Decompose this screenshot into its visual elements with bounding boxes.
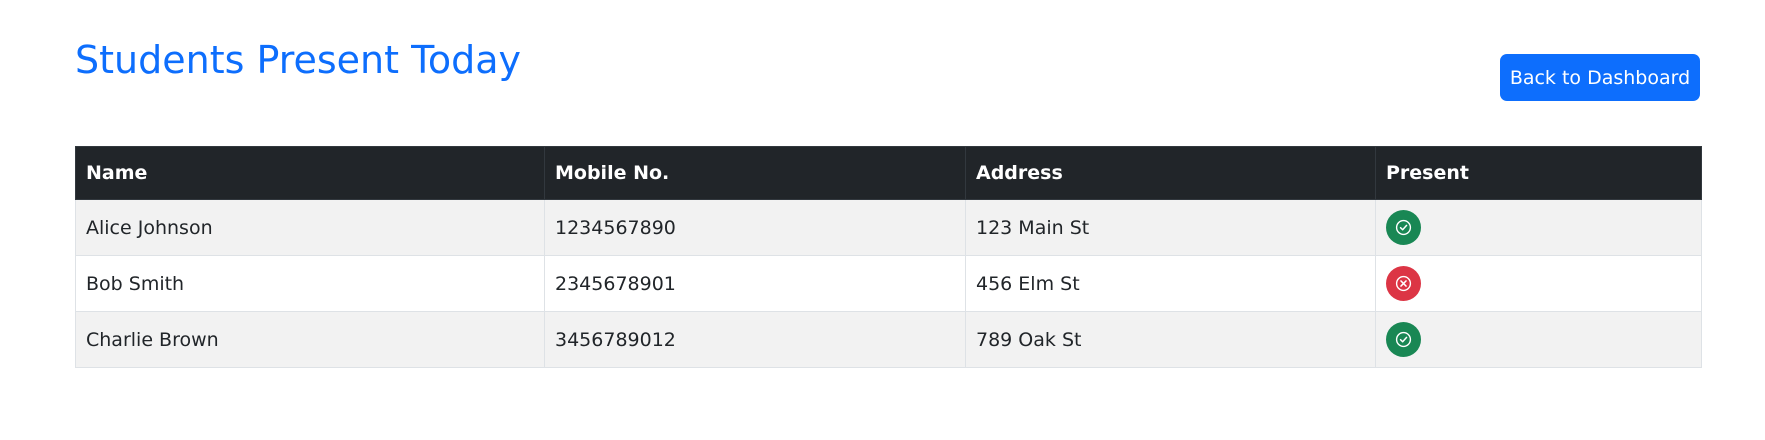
check-circle-icon xyxy=(1386,322,1421,357)
table-row: Bob Smith 2345678901 456 Elm St xyxy=(75,255,1702,312)
students-table: Name Mobile No. Address Present Alice Jo… xyxy=(75,146,1702,368)
cell-name: Alice Johnson xyxy=(75,199,545,256)
cell-address: 456 Elm St xyxy=(965,255,1376,312)
students-table-container: Name Mobile No. Address Present Alice Jo… xyxy=(75,146,1702,368)
table-header-row: Name Mobile No. Address Present xyxy=(75,146,1702,200)
cell-mobile: 1234567890 xyxy=(544,199,966,256)
column-header-address: Address xyxy=(965,146,1376,200)
cell-address: 123 Main St xyxy=(965,199,1376,256)
x-circle-icon xyxy=(1386,266,1421,301)
table-body: Alice Johnson 1234567890 123 Main St Bob… xyxy=(75,199,1702,368)
cell-present xyxy=(1375,255,1702,312)
page-title: Students Present Today xyxy=(75,38,522,82)
check-circle-icon xyxy=(1386,210,1421,245)
cell-mobile: 2345678901 xyxy=(544,255,966,312)
cell-mobile: 3456789012 xyxy=(544,311,966,368)
column-header-name: Name xyxy=(75,146,545,200)
table-row: Charlie Brown 3456789012 789 Oak St xyxy=(75,311,1702,368)
table-header: Name Mobile No. Address Present xyxy=(75,146,1702,200)
cell-name: Charlie Brown xyxy=(75,311,545,368)
cell-address: 789 Oak St xyxy=(965,311,1376,368)
column-header-present: Present xyxy=(1375,146,1702,200)
back-to-dashboard-button[interactable]: Back to Dashboard xyxy=(1500,54,1700,101)
column-header-mobile: Mobile No. xyxy=(544,146,966,200)
cell-present xyxy=(1375,199,1702,256)
cell-name: Bob Smith xyxy=(75,255,545,312)
cell-present xyxy=(1375,311,1702,368)
table-row: Alice Johnson 1234567890 123 Main St xyxy=(75,199,1702,256)
